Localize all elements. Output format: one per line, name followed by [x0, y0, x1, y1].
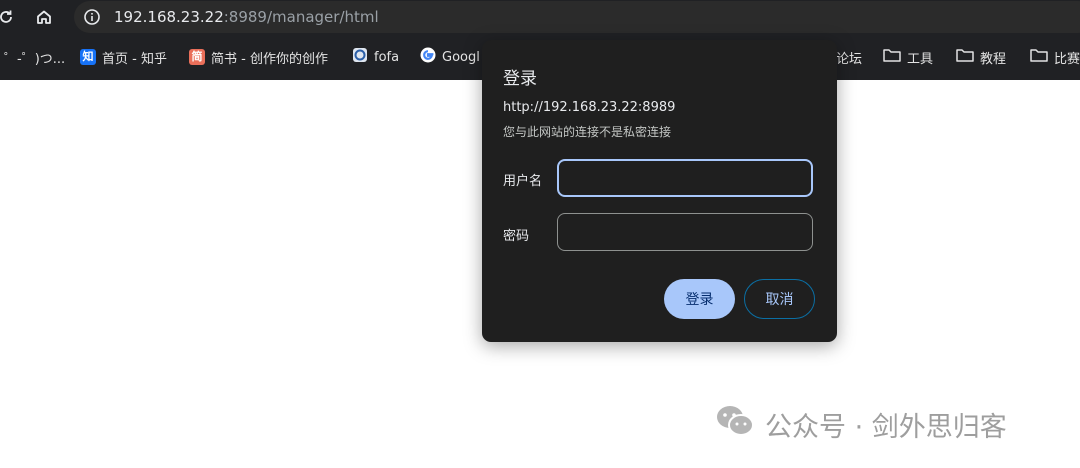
- bookmark-google[interactable]: Googl: [420, 34, 480, 80]
- bookmark-fofa[interactable]: fofa: [352, 34, 399, 80]
- home-icon[interactable]: [34, 7, 54, 27]
- bookmark-label: 首页 - 知乎: [102, 51, 167, 67]
- cancel-button[interactable]: 取消: [744, 279, 815, 319]
- watermark-text: 公众号 · 剑外思归客: [765, 411, 1007, 443]
- login-button[interactable]: 登录: [664, 279, 735, 319]
- folder-icon: [956, 48, 974, 66]
- bookmark-label: 简书 - 创作你的创作: [211, 51, 328, 67]
- bookmark-label: ゜-゜)つ...: [4, 51, 66, 67]
- bookmark-label: Googl: [442, 49, 480, 65]
- bookmark-kaomoji[interactable]: ゜-゜)つ...: [4, 34, 65, 80]
- address-bar[interactable]: 192.168.23.22:8989/manager/html: [74, 1, 1080, 33]
- dialog-title: 登录: [503, 69, 537, 89]
- watermark: 公众号 · 剑外思归客: [715, 405, 1007, 443]
- folder-icon: [1030, 48, 1048, 66]
- bookmark-label: 比赛: [1054, 51, 1080, 67]
- dialog-warning: 您与此网站的连接不是私密连接: [503, 125, 672, 139]
- site-info-icon[interactable]: [82, 7, 102, 27]
- folder-icon: [883, 48, 901, 66]
- bookmark-forum[interactable]: 论坛: [836, 34, 862, 80]
- bookmark-label: fofa: [374, 49, 400, 65]
- url-path: :8989/manager/html: [223, 8, 379, 26]
- dialog-origin: http://192.168.23.22:8989: [503, 100, 676, 115]
- bookmark-folder-tools[interactable]: 工具: [883, 34, 933, 80]
- bookmark-zhihu[interactable]: 知 首页 - 知乎: [80, 34, 167, 80]
- wechat-icon: [715, 404, 755, 445]
- zhihu-favicon: 知: [80, 49, 96, 65]
- bookmark-label: 教程: [980, 51, 1007, 67]
- google-favicon: [420, 47, 436, 67]
- auth-dialog: 登录 http://192.168.23.22:8989 您与此网站的连接不是私…: [482, 40, 837, 342]
- jianshu-favicon: 简: [189, 49, 205, 65]
- bookmark-label: 工具: [907, 51, 934, 67]
- username-label: 用户名: [503, 174, 543, 189]
- password-field[interactable]: [557, 213, 813, 251]
- reload-icon[interactable]: [0, 7, 16, 27]
- username-field[interactable]: [557, 159, 813, 197]
- url-text[interactable]: 192.168.23.22:8989/manager/html: [114, 1, 379, 33]
- browser-toolbar: 192.168.23.22:8989/manager/html: [0, 0, 1080, 34]
- password-label: 密码: [503, 229, 530, 244]
- url-host: 192.168.23.22: [114, 8, 224, 26]
- bookmark-folder-contests[interactable]: 比赛: [1030, 34, 1080, 80]
- bookmark-folder-tutorials[interactable]: 教程: [956, 34, 1006, 80]
- bookmark-label: 论坛: [836, 51, 863, 67]
- bookmark-jianshu[interactable]: 简 简书 - 创作你的创作: [189, 34, 328, 80]
- fofa-favicon: [352, 47, 368, 67]
